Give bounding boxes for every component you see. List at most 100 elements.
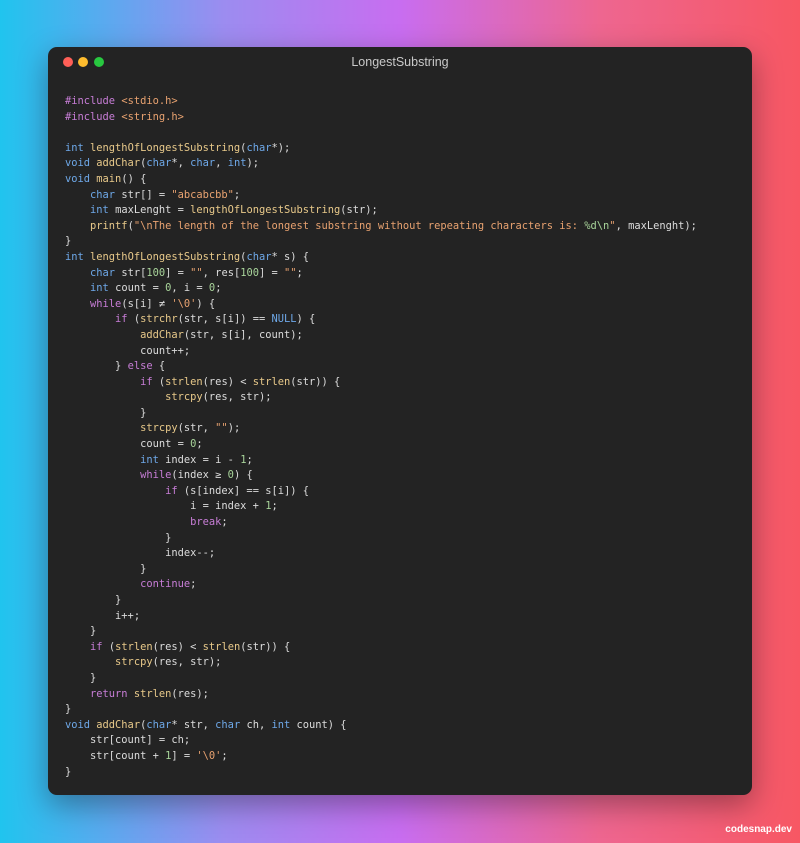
code-token: if [165, 484, 184, 497]
code-token: i = index + [65, 500, 266, 513]
code-token: str[ [121, 266, 147, 279]
code-token: strcpy [140, 422, 178, 435]
code-token: ); [227, 422, 241, 435]
code-token: "" [284, 266, 297, 279]
code-token: count) { [296, 718, 347, 731]
code-token: ; [221, 516, 228, 529]
code-token: } [65, 703, 72, 716]
code-token: count = [65, 438, 191, 451]
code-token: '\0' [196, 749, 222, 762]
code-token: , maxLenght); [615, 219, 697, 232]
code-token: main [96, 172, 122, 185]
code-token: char [146, 718, 172, 731]
code-line: printf("\nThe length of the longest subs… [65, 219, 697, 235]
code-token: addChar [140, 328, 184, 341]
code-line: } [65, 765, 697, 781]
code-token: char [190, 157, 216, 170]
code-token: if [140, 375, 159, 388]
code-token: (s[index] == s[i]) { [183, 484, 309, 497]
code-line: int index = i - 1; [65, 453, 697, 469]
window-title: LongestSubstring [351, 55, 449, 69]
code-line: strcpy(str, ""); [65, 421, 697, 437]
code-token: } [65, 406, 147, 419]
code-token: while [140, 469, 172, 482]
code-line: } [65, 531, 697, 547]
code-token: (res, str); [152, 656, 222, 669]
code-line: str[count] = ch; [65, 733, 697, 749]
code-token: *, [171, 157, 191, 170]
code-token: addChar [96, 718, 141, 731]
code-line: if (strchr(str, s[i]) == NULL) { [65, 312, 697, 328]
code-line: } [65, 562, 697, 578]
code-token: str[count + [65, 749, 166, 762]
code-token: strlen [133, 687, 172, 700]
code-token: ; [246, 453, 253, 466]
code-token: printf [90, 219, 128, 232]
code-token: } [65, 360, 128, 373]
code-token: (res, str); [202, 391, 272, 404]
code-token: ); [246, 157, 259, 170]
code-line: } [65, 671, 697, 687]
code-token: ; [215, 282, 222, 295]
code-token: } [65, 765, 72, 778]
codesnap-watermark: codesnap.dev [725, 824, 792, 835]
code-token: (res) < [202, 375, 253, 388]
code-line: if (strlen(res) < strlen(str)) { [65, 375, 697, 391]
code-token: void [65, 172, 97, 185]
code-token: (res) < [152, 640, 203, 653]
code-token: count = [115, 282, 166, 295]
code-token: ; [221, 749, 228, 762]
code-token: ; [196, 438, 203, 451]
code-token: void [65, 157, 97, 170]
code-token: int [227, 157, 247, 170]
code-token: ) { [233, 469, 253, 482]
code-token: ] = [165, 266, 191, 279]
code-token: ) { [296, 313, 316, 326]
code-token: ] = [259, 266, 285, 279]
code-line: void addChar(char* str, char ch, int cou… [65, 718, 697, 734]
code-line: #include <string.h> [65, 110, 697, 126]
code-token: char [246, 250, 272, 263]
code-line: addChar(str, s[i], count); [65, 328, 697, 344]
code-token: , i = [171, 282, 209, 295]
code-token: char [215, 718, 247, 731]
code-token: index--; [65, 547, 216, 560]
code-line: } [65, 624, 697, 640]
code-token: strlen [115, 640, 153, 653]
code-token: strcpy [165, 391, 203, 404]
code-token: char [90, 188, 122, 201]
code-line: void main() { [65, 172, 697, 188]
code-token: "\nThe length of the longest substring w… [133, 219, 585, 232]
code-token: i++; [65, 609, 141, 622]
code-token: ch, [246, 718, 272, 731]
code-token: (str)) { [290, 375, 341, 388]
code-token: , [215, 157, 228, 170]
code-line: continue; [65, 577, 697, 593]
code-token: str[] = [121, 188, 172, 201]
code-token: char [146, 157, 172, 170]
code-line: #include <stdio.h> [65, 94, 697, 110]
code-token: addChar [96, 157, 141, 170]
code-token: ; [271, 500, 278, 513]
code-line: strcpy(res, str); [65, 655, 697, 671]
code-token: count++; [65, 344, 191, 357]
code-line: count++; [65, 344, 697, 360]
code-token: lengthOfLongestSubstring [90, 141, 241, 154]
code-token: * str, [171, 718, 216, 731]
code-token: break [190, 516, 222, 529]
code-line: while(s[i] ≠ '\0') { [65, 297, 697, 313]
code-line: i = index + 1; [65, 499, 697, 515]
code-token: %d\n [584, 219, 610, 232]
code-token: (s[i] ≠ [121, 297, 172, 310]
code-token: ; [296, 266, 303, 279]
